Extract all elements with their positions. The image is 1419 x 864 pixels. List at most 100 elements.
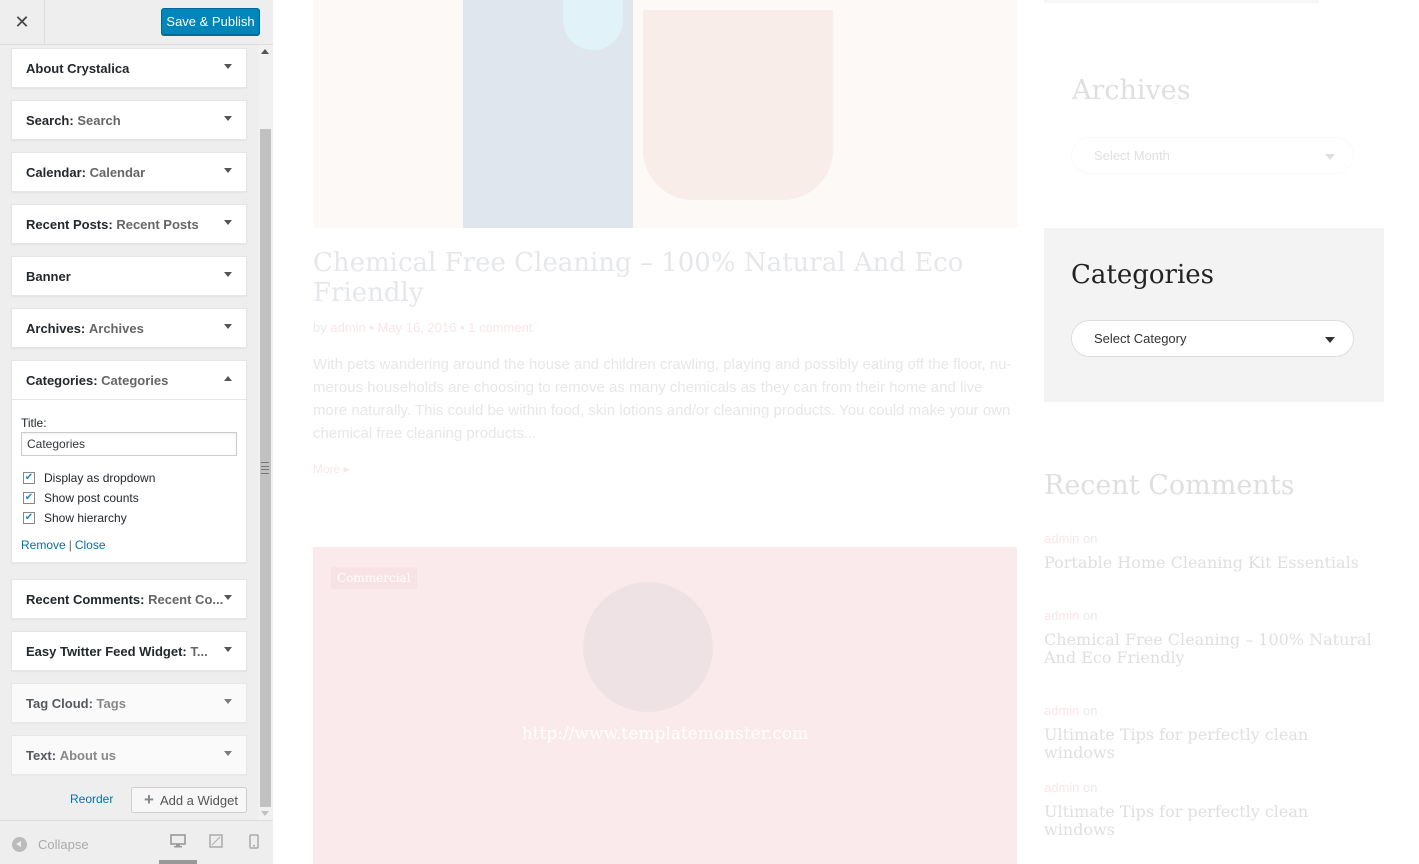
- chevron-up-icon[interactable]: [224, 376, 232, 381]
- chevron-down-icon[interactable]: [224, 220, 232, 225]
- widget-header[interactable]: Recent Posts: Recent Posts: [12, 205, 246, 243]
- widget-name: Recent Posts: [26, 216, 109, 232]
- option-show-post-counts[interactable]: ✔ Show post counts: [21, 488, 237, 508]
- widget-header[interactable]: Calendar: Calendar: [12, 153, 246, 191]
- post-date-link[interactable]: May 16, 2016: [378, 320, 457, 335]
- widget-banner[interactable]: Banner: [11, 256, 247, 296]
- chevron-down-icon[interactable]: [224, 272, 232, 277]
- recent-comment-item: admin on Portable Home Cleaning Kit Esse…: [1044, 531, 1359, 572]
- resize-handle-icon[interactable]: [261, 462, 269, 474]
- widget-name: Archives: [26, 320, 81, 336]
- remove-link[interactable]: Remove: [21, 538, 66, 552]
- widget-title: Recent Co...: [148, 591, 224, 607]
- widget-recent-comments[interactable]: Recent Comments: Recent Co...: [11, 579, 247, 619]
- dropdown-caret-icon: [1325, 337, 1335, 343]
- mobile-icon: [249, 834, 259, 849]
- panel-scrollbar[interactable]: [258, 45, 273, 820]
- widget-header[interactable]: Archives: Archives: [12, 309, 246, 347]
- archives-dropdown[interactable]: Select Month: [1071, 137, 1354, 174]
- post-title[interactable]: Chemical Free Cleaning – 100% Natural An…: [313, 248, 1033, 308]
- widget-header[interactable]: Easy Twitter Feed Widget: T...: [12, 632, 246, 670]
- widget-name: Calendar: [26, 164, 82, 180]
- chevron-down-icon[interactable]: [224, 595, 232, 600]
- widget-tag-cloud[interactable]: Tag Cloud: Tags: [11, 683, 247, 723]
- preview-desktop-button[interactable]: [159, 834, 197, 864]
- widget-header[interactable]: Text: About us: [12, 736, 246, 774]
- scroll-down-arrow-icon[interactable]: [261, 811, 269, 816]
- option-show-hierarchy[interactable]: ✔ Show hierarchy: [21, 508, 237, 528]
- checkbox-checked[interactable]: ✔: [23, 492, 35, 504]
- widget-list: About Crystalica Search: Search Calendar…: [0, 45, 258, 820]
- widget-header[interactable]: Search: Search: [12, 101, 246, 139]
- save-publish-button[interactable]: Save & Publish: [161, 8, 260, 35]
- categories-title: Categories: [1071, 260, 1214, 290]
- categories-widget-form: Title: Categories ✔ Display as dropdown …: [12, 399, 246, 562]
- recent-comment-item: admin on Ultimate Tips for perfectly cle…: [1044, 780, 1309, 839]
- widget-name: Recent Comments: [26, 591, 141, 607]
- widget-calendar[interactable]: Calendar: Calendar: [11, 152, 247, 192]
- read-more-link[interactable]: More ▸: [313, 462, 350, 476]
- widget-header[interactable]: Categories: Categories: [12, 361, 246, 399]
- watermark-text: http://www.templatemonster.com: [521, 724, 809, 744]
- title-input[interactable]: Categories: [21, 432, 237, 456]
- widget-name: Search: [26, 112, 70, 128]
- categories-widget-preview[interactable]: Categories Select Category: [1044, 228, 1384, 402]
- close-customizer-button[interactable]: ✕: [0, 0, 45, 44]
- widget-name: Tag Cloud: [26, 695, 89, 711]
- chevron-down-icon[interactable]: [224, 751, 232, 756]
- post-author-link[interactable]: admin: [330, 320, 365, 335]
- close-link[interactable]: Close: [75, 538, 106, 552]
- widget-categories[interactable]: Categories: Categories Title: Categories…: [11, 360, 247, 563]
- widget-search[interactable]: Search: Search: [11, 100, 247, 140]
- option-display-dropdown[interactable]: ✔ Display as dropdown: [21, 468, 237, 488]
- widget-control-links: Remove | Close: [21, 538, 106, 552]
- recent-comments-title: Recent Comments: [1044, 470, 1295, 501]
- tablet-icon: [209, 834, 223, 848]
- widget-name: Categories: [26, 372, 94, 388]
- add-widget-button[interactable]: + Add a Widget: [131, 787, 247, 813]
- dropdown-caret-icon: [1325, 154, 1335, 160]
- widget-header[interactable]: Recent Comments: Recent Co...: [12, 580, 246, 618]
- recent-comment-item: admin on Chemical Free Cleaning – 100% N…: [1044, 608, 1372, 667]
- widget-about-crystalica[interactable]: About Crystalica: [11, 48, 247, 88]
- reorder-link[interactable]: Reorder: [70, 792, 113, 806]
- widget-title: T...: [190, 643, 208, 659]
- archives-title: Archives: [1072, 75, 1191, 106]
- widget-archives[interactable]: Archives: Archives: [11, 308, 247, 348]
- categories-dropdown[interactable]: Select Category: [1071, 320, 1354, 357]
- chevron-down-icon[interactable]: [224, 64, 232, 69]
- site-preview[interactable]: Chemical Free Cleaning – 100% Natural An…: [273, 0, 1419, 864]
- chevron-down-icon[interactable]: [224, 324, 232, 329]
- option-label: Show post counts: [44, 491, 139, 505]
- widget-title: Recent Posts: [116, 216, 199, 232]
- archives-widget: Archives Select Month: [1044, 37, 1384, 227]
- collapse-button[interactable]: Collapse: [12, 837, 89, 852]
- widget-header[interactable]: Banner: [12, 257, 246, 295]
- panel-header: ✕ Save & Publish: [0, 0, 273, 45]
- widget-title: Categories: [101, 372, 169, 388]
- widget-easy-twitter-feed[interactable]: Easy Twitter Feed Widget: T...: [11, 631, 247, 671]
- add-widget-label: Add a Widget: [159, 792, 238, 808]
- chevron-down-icon[interactable]: [224, 647, 232, 652]
- chevron-down-icon[interactable]: [224, 699, 232, 704]
- post-featured-image[interactable]: [313, 0, 1017, 228]
- widget-header[interactable]: Tag Cloud: Tags: [12, 684, 246, 722]
- chevron-down-icon[interactable]: [224, 116, 232, 121]
- checkbox-checked[interactable]: ✔: [23, 512, 35, 524]
- scroll-up-arrow-icon[interactable]: [261, 49, 269, 54]
- post-featured-image-2[interactable]: Commercial http://www.templatemonster.co…: [313, 547, 1017, 864]
- preview-tablet-button[interactable]: [197, 834, 235, 864]
- collapse-label: Collapse: [38, 837, 89, 852]
- category-badge[interactable]: Commercial: [331, 567, 417, 589]
- widget-title: About us: [59, 747, 117, 763]
- widget-name: Easy Twitter Feed Widget: [26, 643, 183, 659]
- widget-recent-posts[interactable]: Recent Posts: Recent Posts: [11, 204, 247, 244]
- preview-mobile-button[interactable]: [235, 834, 273, 864]
- widget-text[interactable]: Text: About us: [11, 735, 247, 775]
- checkbox-checked[interactable]: ✔: [23, 472, 35, 484]
- widget-name: Banner: [26, 268, 71, 284]
- widget-header[interactable]: About Crystalica: [12, 49, 246, 87]
- chevron-down-icon[interactable]: [224, 168, 232, 173]
- post-comments-link[interactable]: 1 comment: [468, 320, 532, 335]
- option-label: Display as dropdown: [44, 471, 156, 485]
